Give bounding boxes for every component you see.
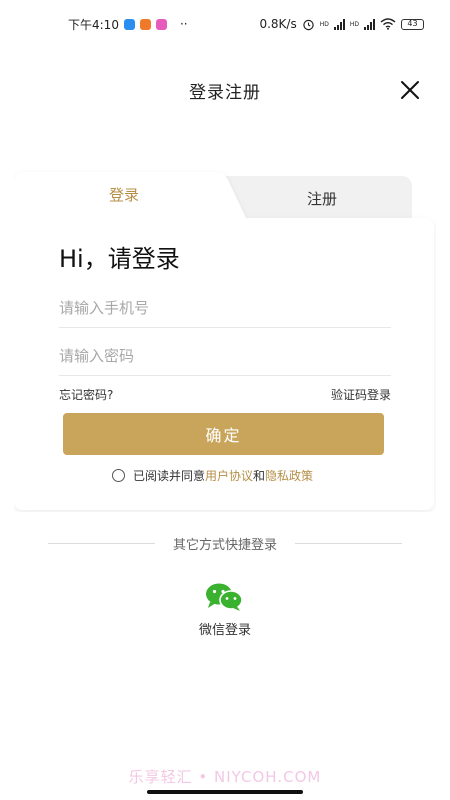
agree-checkbox[interactable] (112, 468, 125, 482)
password-input[interactable] (59, 336, 391, 376)
divider-line (48, 542, 155, 544)
battery-icon: 43 (401, 18, 424, 30)
forgot-password-link[interactable]: 忘记密码? (59, 386, 113, 403)
page-title: 登录注册 (189, 83, 261, 103)
privacy-policy-link[interactable]: 隐私政策 (265, 469, 313, 483)
agree-prefix: 已阅读并同意 (133, 468, 206, 483)
user-agreement-link[interactable]: 用户协议 (205, 469, 253, 483)
login-greeting: Hi，请登录 (59, 245, 180, 273)
network-speed: 0.8K/s (259, 17, 297, 31)
tab-login[interactable]: 登录 (70, 184, 178, 205)
phone-input[interactable] (59, 288, 391, 328)
wechat-login-label[interactable]: 微信登录 (0, 619, 450, 638)
alarm-icon (303, 19, 314, 30)
hd-label: HD (319, 20, 329, 28)
agreement-text: 已阅读并同意用户协议和隐私政策 (133, 467, 313, 484)
close-icon[interactable] (398, 78, 422, 102)
hd-label: HD (349, 20, 359, 28)
status-left: 下午4:10 ·· (68, 16, 188, 33)
home-indicator[interactable] (147, 790, 303, 794)
notification-app-icon (123, 18, 135, 30)
notification-app-icon (155, 18, 167, 30)
agreement-row: 已阅读并同意用户协议和隐私政策 (112, 466, 313, 484)
watermark: 乐享轻汇 • NIYCOH.COM (128, 768, 322, 786)
signal-icon (364, 18, 375, 30)
signal-icon (333, 18, 345, 30)
other-login-divider: 其它方式快捷登录 (48, 534, 403, 553)
notification-app-icon (139, 18, 151, 30)
more-notifications: ·· (179, 17, 188, 31)
divider-line (295, 542, 403, 544)
status-right: 0.8K/s HD HD 43 (259, 17, 424, 31)
status-bar: 下午4:10 ·· 0.8K/s HD HD 43 (0, 0, 450, 48)
wechat-icon[interactable] (204, 582, 244, 612)
other-login-title: 其它方式快捷登录 (173, 537, 278, 553)
code-login-link[interactable]: 验证码登录 (331, 386, 391, 403)
wifi-icon (380, 18, 396, 30)
confirm-button[interactable]: 确定 (63, 413, 384, 455)
status-time: 下午4:10 (68, 17, 119, 32)
agree-and: 和 (253, 468, 266, 483)
